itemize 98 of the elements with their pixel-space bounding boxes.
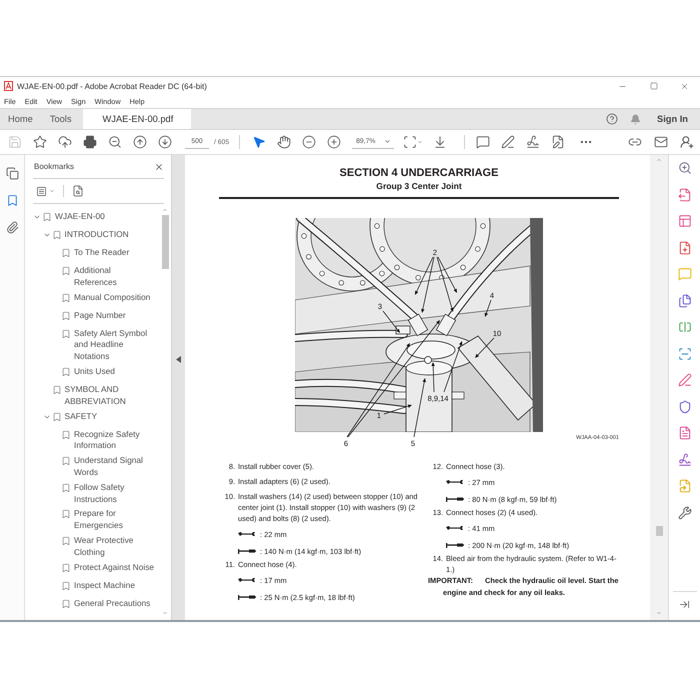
bookmark-icon [61,310,71,321]
file-output-icon[interactable] [678,188,692,202]
bookmark-item[interactable]: Prepare for Emergencies [74,508,156,532]
list-box-icon[interactable] [36,186,47,196]
chevron-down-icon[interactable] [42,231,50,239]
tab[interactable]: Tools [42,109,81,129]
arrow-down-line-icon[interactable] [432,135,447,149]
bookmark-item[interactable]: Wear Protective Clothing [74,534,156,559]
bookmark-item[interactable]: Manual Composition [74,292,150,304]
arrow-to-line-icon[interactable] [679,599,690,610]
wrench-icon [446,479,464,485]
bookmark-item[interactable]: Inspect Machine [74,580,135,592]
bookmark-icon [61,482,71,493]
layout-icon[interactable] [678,214,692,228]
bookmark-icon [61,580,71,591]
wrench-icon [238,577,256,583]
wrench-icon [238,531,256,537]
hand-icon[interactable] [276,135,291,149]
bookmark-item[interactable]: Understand Signal Words [74,455,156,479]
bookmark-icon [52,384,62,395]
star-icon[interactable] [32,135,46,149]
bookmark-item[interactable]: SYMBOL AND ABBREVIATION [64,384,146,408]
pages-icon[interactable] [6,167,18,180]
pdf-app-icon [4,81,13,91]
wrench-icon [446,525,464,531]
bookmark-item[interactable]: To The Reader [74,247,130,259]
panel-title: Bookmarks [34,162,74,171]
shield-icon[interactable] [678,400,692,414]
scrollbar-thumb[interactable] [656,526,662,536]
wrench-icon[interactable] [678,506,692,520]
file-search-icon[interactable] [72,185,84,197]
arrow-up-circle-icon[interactable] [132,135,146,149]
bookmark-icon [61,430,71,440]
plus-circle-icon[interactable] [326,135,341,149]
scan-icon[interactable] [678,346,692,361]
files-icon[interactable] [678,294,692,308]
torque-wrench-icon [446,542,464,548]
bookmark-icon [61,328,71,339]
tab[interactable]: Home [0,109,42,129]
cloud-upload-icon[interactable] [58,135,72,149]
bookmark-icon [61,562,71,573]
bookmark-item[interactable]: INTRODUCTION [64,229,129,241]
leader-arrow [475,337,494,358]
file-plus-icon[interactable] [678,240,692,255]
pen-icon[interactable] [500,135,515,149]
help-icon[interactable] [606,113,618,125]
arrow-down-circle-icon[interactable] [158,135,172,149]
bookmark-item[interactable]: Page Number [74,310,126,322]
section-title: SECTION 4 UNDERCARRIAGE [338,166,500,180]
bookmark-item[interactable]: WJAE-EN-00 [55,211,105,223]
group-title: Group 3 Center Joint [375,180,463,192]
bookmark-icon [61,598,71,609]
minus-circle-icon[interactable] [302,135,316,149]
bookmark-item[interactable]: SAFETY [64,410,98,422]
torque-wrench-icon [238,594,256,600]
bookmark-icon[interactable] [6,194,18,207]
comment-icon[interactable] [476,135,490,149]
pen-icon[interactable] [678,373,692,388]
bookmark-icon [61,292,71,303]
bookmark-item[interactable]: Safety Alert Symbol and Headline Notations [74,328,156,363]
mail-icon[interactable] [654,135,668,149]
document-icon[interactable] [678,426,692,440]
corners-frame-icon[interactable] [403,135,418,149]
paperclip-icon[interactable] [6,221,18,234]
user-plus-icon[interactable] [680,135,694,149]
bookmark-item[interactable]: Additional References [74,265,156,289]
maximize-icon[interactable] [650,82,658,90]
bookmark-icon [61,509,71,520]
bookmark-item[interactable]: Follow Safety Instructions [74,482,156,506]
printer-icon[interactable] [82,135,96,149]
bookmark-item[interactable]: Recognize Safety Information [74,428,156,452]
bookmark-item[interactable]: General Precautions [74,598,150,610]
caret-icon[interactable] [384,138,392,145]
window-title: WJAE-EN-00.pdf - Adobe Acrobat Reader DC (64-bit) [17,82,207,90]
file-pen-icon[interactable] [550,135,565,149]
bookmark-icon [52,412,62,422]
torque-wrench-icon [238,548,256,554]
pointer-icon[interactable] [252,135,266,149]
split-page-icon[interactable] [678,320,692,334]
torque-wrench-icon [446,496,464,502]
bookmark-item[interactable]: Protect Against Noise [74,562,154,574]
tab[interactable]: WJAE-EN-00.pdf [82,109,191,129]
bookmark-icon [61,366,71,377]
bookmark-icon [61,536,71,546]
close-icon[interactable] [154,162,164,172]
signature-icon[interactable] [678,452,692,467]
zoom-in-icon[interactable] [678,161,692,176]
chevron-down-icon[interactable] [33,213,41,221]
left-triangle-icon[interactable] [176,356,181,363]
bookmark-icon [61,456,71,466]
zoom-out-icon[interactable] [108,135,122,149]
sign-in-link[interactable]: Sign In [657,114,688,124]
close-icon[interactable] [680,82,689,90]
leader-arrow [444,340,462,392]
signature-icon[interactable] [526,135,540,149]
leader-arrow [484,299,492,316]
bookmark-item[interactable]: Units Used [74,366,115,378]
scrollbar-thumb[interactable] [162,215,168,269]
